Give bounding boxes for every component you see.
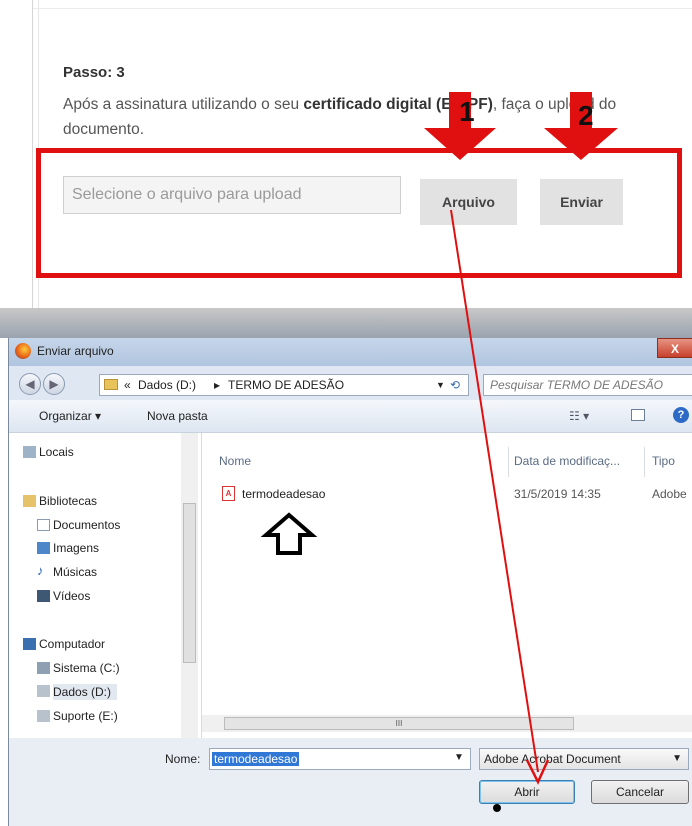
column-header-name[interactable]: Nome	[219, 454, 251, 468]
step-marker-2: 2	[578, 100, 594, 131]
dialog-footer: Nome: termodeadesao ▼ Adobe Acrobat Docu…	[9, 738, 692, 826]
nav-label: Suporte (E:)	[53, 709, 118, 723]
close-button[interactable]: X	[657, 338, 692, 358]
nav-label: Imagens	[53, 541, 100, 555]
file-open-dialog: Enviar arquivo X ◀ ▶ « Dados (D:) ▸ TERM…	[8, 338, 692, 826]
search-input[interactable]: Pesquisar TERMO DE ADESÃO	[483, 374, 692, 396]
navigation-bar: ◀ ▶ « Dados (D:) ▸ TERMO DE ADESÃO ▼ ⟲ P…	[9, 366, 692, 400]
images-icon	[37, 542, 50, 554]
nav-item-documentos[interactable]: Documentos	[37, 518, 121, 532]
address-chevrons: «	[124, 378, 131, 392]
document-icon	[37, 519, 50, 531]
nav-item-locais[interactable]: Locais	[23, 445, 74, 459]
nav-label: Documentos	[53, 518, 121, 532]
screenshot-divider	[0, 308, 692, 338]
chevron-down-icon[interactable]: ▼	[672, 749, 682, 769]
upload-web-panel: Passo: 3 Após a assinatura utilizando o …	[0, 0, 692, 308]
pdf-file-icon: A	[222, 486, 235, 501]
column-header-type[interactable]: Tipo	[652, 454, 675, 468]
file-date: 31/5/2019 14:35	[514, 487, 601, 501]
nav-item-sistema[interactable]: Sistema (C:)	[37, 661, 120, 675]
folder-icon	[104, 379, 118, 390]
file-type-value: Adobe Acrobat Document	[484, 752, 621, 766]
drive-icon	[37, 685, 50, 697]
new-folder-button[interactable]: Nova pasta	[147, 409, 208, 423]
computer-icon	[23, 638, 36, 650]
library-icon	[23, 495, 36, 507]
step-text-part: Após a assinatura utilizando o seu	[63, 96, 304, 113]
nav-label: Bibliotecas	[39, 494, 98, 508]
filename-input[interactable]: termodeadesao ▼	[209, 748, 471, 770]
dialog-title: Enviar arquivo	[37, 344, 114, 358]
music-icon: ♪	[37, 563, 44, 578]
firefox-icon	[15, 343, 31, 359]
places-icon	[23, 446, 36, 458]
arquivo-button[interactable]: Arquivo	[420, 179, 517, 225]
nav-item-computador[interactable]: Computador	[23, 637, 106, 651]
nav-label: Locais	[39, 445, 74, 459]
nav-item-musicas[interactable]: ♪ Músicas	[37, 563, 98, 579]
nav-item-dados[interactable]: Dados (D:)	[37, 684, 118, 700]
nav-item-videos[interactable]: Vídeos	[37, 589, 91, 603]
address-bar[interactable]: « Dados (D:) ▸ TERMO DE ADESÃO ▼ ⟲	[99, 374, 469, 396]
drive-icon	[37, 710, 50, 722]
column-divider[interactable]	[644, 447, 645, 477]
back-button[interactable]: ◀	[19, 373, 41, 395]
filename-value[interactable]: termodeadesao	[212, 752, 300, 766]
open-button[interactable]: Abrir	[479, 780, 575, 804]
preview-pane-icon[interactable]	[631, 409, 645, 421]
video-icon	[37, 590, 50, 602]
nav-label: Dados (D:)	[53, 685, 112, 699]
step-title: Passo: 3	[63, 64, 125, 81]
drive-icon	[37, 662, 50, 674]
nav-label: Computador	[39, 637, 106, 651]
refresh-icon[interactable]: ⟲	[450, 375, 460, 395]
organize-menu[interactable]: Organizar ▾	[39, 409, 101, 423]
step-marker-1: 1	[459, 96, 475, 127]
nav-label: Vídeos	[53, 589, 91, 603]
cancel-button[interactable]: Cancelar	[591, 780, 689, 804]
horizontal-scrollbar[interactable]: III	[202, 715, 692, 732]
enviar-button[interactable]: Enviar	[540, 179, 623, 225]
nav-item-imagens[interactable]: Imagens	[37, 541, 100, 555]
scroll-thumb[interactable]	[183, 503, 196, 663]
forward-button[interactable]: ▶	[43, 373, 65, 395]
dialog-titlebar: Enviar arquivo X	[9, 338, 692, 366]
file-name[interactable]: termodeadesao	[242, 487, 325, 501]
view-options-icon[interactable]: ☷ ▾	[569, 409, 589, 423]
scroll-thumb[interactable]: III	[224, 717, 574, 730]
address-drive[interactable]: Dados (D:)	[138, 375, 196, 395]
nav-scrollbar[interactable]	[181, 433, 198, 738]
chevron-down-icon[interactable]: ▼	[454, 752, 464, 763]
divider	[32, 8, 692, 9]
filename-label: Nome:	[165, 752, 201, 766]
chevron-down-icon[interactable]: ▼	[436, 375, 445, 395]
nav-label: Sistema (C:)	[53, 661, 120, 675]
address-separator: ▸	[214, 378, 221, 392]
nav-item-suporte[interactable]: Suporte (E:)	[37, 709, 118, 723]
column-header-date[interactable]: Data de modificaç...	[514, 454, 620, 468]
file-type: Adobe	[652, 487, 687, 501]
column-divider[interactable]	[508, 447, 509, 477]
dialog-toolbar: Organizar ▾ Nova pasta ☷ ▾ ?	[9, 400, 692, 433]
up-arrow-icon	[260, 512, 318, 555]
file-type-select[interactable]: Adobe Acrobat Document ▼	[479, 748, 689, 770]
navigation-pane: Locais Bibliotecas Documentos Imagens ♪ M…	[9, 433, 202, 738]
nav-item-bibliotecas[interactable]: Bibliotecas	[23, 494, 98, 508]
help-icon[interactable]: ?	[673, 407, 689, 423]
file-list: Nome Data de modificaç... Tipo A termode…	[202, 433, 692, 738]
upload-file-input[interactable]	[63, 176, 401, 214]
divider	[32, 0, 33, 308]
address-folder[interactable]: TERMO DE ADESÃO	[228, 375, 344, 395]
nav-label: Músicas	[53, 565, 98, 579]
